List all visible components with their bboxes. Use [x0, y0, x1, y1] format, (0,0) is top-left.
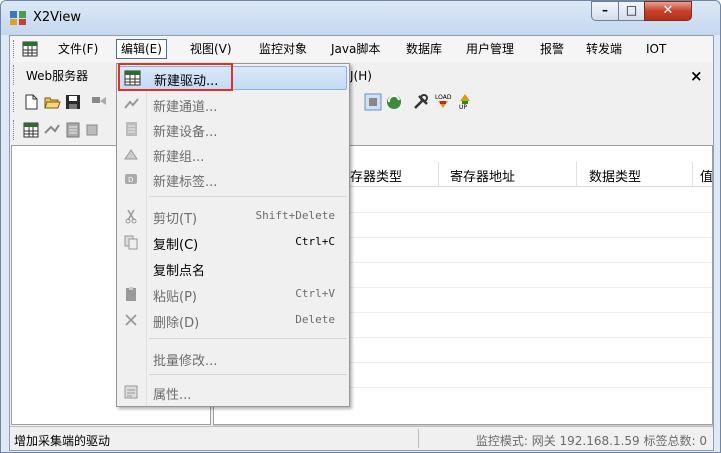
menu-shortcut: Shift+Delete: [255, 209, 335, 222]
menu-edit[interactable]: 编辑(E): [116, 39, 167, 59]
close-icon: ✕: [662, 3, 674, 18]
client-area: 文件(F) 编辑(E) 视图(V) 监控对象 Java脚本 数据库 用户管理 报…: [9, 35, 714, 451]
menu-item-label: 新建标签...: [153, 175, 218, 190]
menu-shortcut: Delete: [295, 313, 335, 326]
open-folder-icon[interactable]: [43, 93, 61, 111]
status-divider: [418, 429, 419, 448]
edit-menu-dropdown: 新建驱动... 新建通道... 新建设备... 新建组... D 新建标签...…: [116, 63, 350, 407]
maximize-icon: □: [625, 3, 638, 17]
cut-icon: [125, 209, 137, 224]
status-connection-info: 监控模式: 网关 192.168.1.59 标签总数: 0: [475, 434, 707, 448]
menu-new-channel[interactable]: 新建通道...: [117, 92, 349, 116]
svg-text:UP: UP: [459, 104, 467, 110]
menu-database[interactable]: 数据库: [402, 40, 446, 60]
new-group-icon: [124, 149, 138, 160]
column-divider[interactable]: [438, 162, 439, 187]
menu-user-management[interactable]: 用户管理: [462, 40, 518, 60]
menu-monitor-objects[interactable]: 监控对象: [255, 40, 311, 60]
menu-delete[interactable]: 删除(D) Delete: [117, 308, 349, 332]
menu-cut[interactable]: 剪切(T) Shift+Delete: [117, 204, 349, 228]
menu-item-label: 批量修改...: [153, 354, 218, 369]
menu-shortcut: Ctrl+V: [295, 287, 335, 300]
device-icon[interactable]: [64, 121, 82, 139]
minimize-icon: –: [602, 3, 608, 17]
menu-item-label: 新建组...: [153, 150, 205, 165]
menu-separator: [149, 338, 347, 339]
channel-icon[interactable]: [43, 121, 61, 139]
menu-web-server[interactable]: Web服务器: [22, 67, 92, 87]
upload-icon[interactable]: UP: [456, 92, 474, 110]
menu-forwarder[interactable]: 转发端: [582, 40, 626, 60]
menu-java-script[interactable]: Java脚本: [327, 40, 384, 60]
menu-help[interactable]: J(H): [346, 67, 376, 87]
menu-item-label: 复制点名: [153, 264, 206, 279]
grid-menu-icon: [22, 41, 38, 57]
menu-batch-edit[interactable]: 批量修改...: [117, 346, 349, 370]
new-channel-icon: [124, 98, 139, 109]
refresh-globe-icon[interactable]: [385, 93, 403, 111]
status-message: 增加采集端的驱动: [14, 434, 111, 448]
menu-file[interactable]: 文件(F): [54, 40, 102, 60]
menu-shortcut: Ctrl+C: [295, 235, 335, 248]
column-register-address[interactable]: 寄存器地址: [450, 166, 515, 185]
tools-icon[interactable]: [412, 93, 430, 111]
stop-icon[interactable]: [364, 93, 382, 111]
new-tag-icon: D: [125, 174, 137, 184]
toolbar-grip[interactable]: [13, 92, 16, 112]
svg-text:D: D: [128, 176, 133, 184]
menu-new-device[interactable]: 新建设备...: [117, 117, 349, 141]
tool-icon[interactable]: [90, 93, 108, 111]
maximize-button[interactable]: □: [618, 1, 645, 21]
copy-icon: [124, 235, 138, 250]
menu-item-label: 新建设备...: [153, 125, 218, 140]
driver-grid-icon[interactable]: [22, 121, 40, 139]
app-window: X2View – □ ✕ 文件(F) 编辑(E) 视图(V) 监控对象 Java…: [0, 0, 721, 453]
menu-copy-point-name[interactable]: 复制点名: [117, 256, 349, 280]
group-icon[interactable]: [85, 121, 103, 139]
menu-item-label: 粘贴(P): [153, 290, 197, 305]
menu-iot[interactable]: IOT: [642, 40, 670, 60]
menu-separator: [149, 196, 347, 197]
menubar-grip[interactable]: [13, 40, 16, 58]
menu-paste[interactable]: 粘贴(P) Ctrl+V: [117, 282, 349, 306]
title-bar: X2View – □ ✕: [1, 1, 720, 35]
menu-view[interactable]: 视图(V): [186, 40, 236, 60]
column-register-type[interactable]: 存器类型: [350, 166, 402, 185]
highlight-annotation-box: [118, 63, 233, 91]
load-icon[interactable]: LOAD: [434, 92, 452, 110]
column-divider[interactable]: [692, 162, 693, 187]
row2-grip[interactable]: [13, 65, 16, 85]
mdi-close-icon[interactable]: ×: [686, 67, 707, 87]
minimize-button[interactable]: –: [591, 1, 619, 21]
menu-item-label: 复制(C): [153, 238, 199, 253]
column-divider[interactable]: [576, 162, 577, 187]
status-bar: 增加采集端的驱动 监控模式: 网关 192.168.1.59 标签总数: 0: [10, 426, 713, 450]
window-title: X2View: [33, 10, 82, 25]
menu-item-label: 剪切(T): [153, 212, 198, 227]
save-icon[interactable]: [64, 93, 82, 111]
new-file-icon[interactable]: [22, 93, 40, 111]
menu-properties[interactable]: 属性...: [117, 380, 349, 404]
properties-icon: [124, 385, 138, 399]
menu-copy[interactable]: 复制(C) Ctrl+C: [117, 230, 349, 254]
column-data-type[interactable]: 数据类型: [589, 166, 641, 185]
menu-new-group[interactable]: 新建组...: [117, 142, 349, 166]
toolbar2-grip[interactable]: [13, 120, 16, 140]
menu-item-label: 删除(D): [153, 316, 200, 331]
menu-item-label: 属性...: [153, 388, 192, 403]
paste-icon: [126, 287, 136, 301]
menu-bar: 文件(F) 编辑(E) 视图(V) 监控对象 Java脚本 数据库 用户管理 报…: [10, 36, 713, 62]
menu-alarm[interactable]: 报警: [536, 40, 568, 60]
menu-new-tag[interactable]: D 新建标签...: [117, 167, 349, 191]
delete-icon: [125, 314, 137, 326]
svg-text:LOAD: LOAD: [435, 94, 452, 101]
menu-item-label: 新建通道...: [153, 100, 218, 115]
close-button[interactable]: ✕: [644, 1, 692, 21]
menu-separator: [149, 374, 347, 375]
app-logo-icon: [10, 11, 26, 25]
new-device-icon: [126, 122, 137, 136]
column-value[interactable]: 值: [700, 166, 712, 185]
